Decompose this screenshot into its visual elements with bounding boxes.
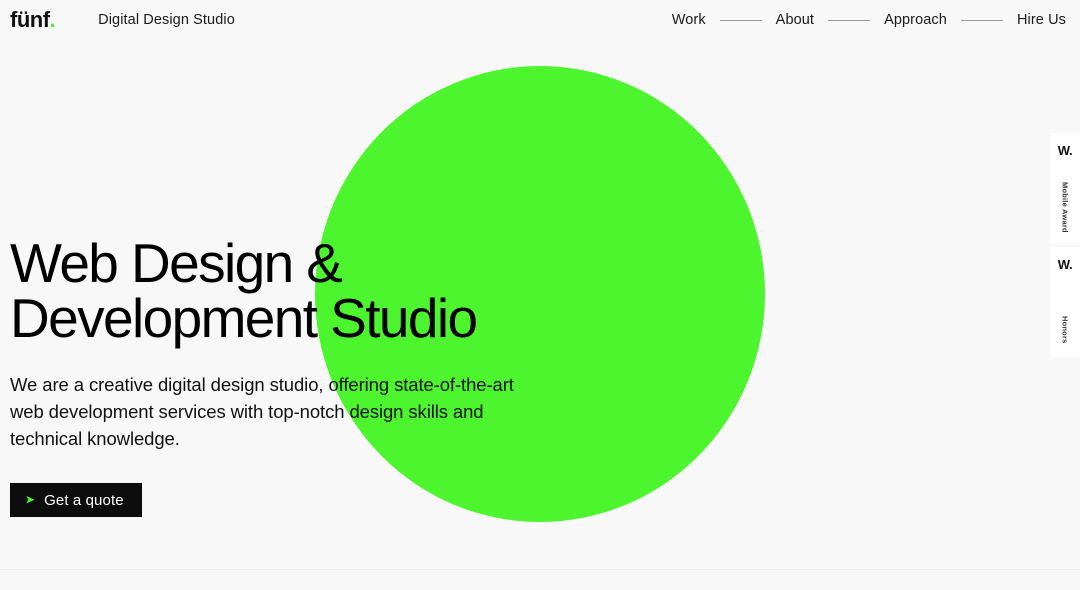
nav-link-approach[interactable]: Approach: [884, 12, 947, 28]
hero-heading-line-1: Web Design &: [10, 232, 343, 294]
award-badge-honors[interactable]: W. Honors: [1050, 247, 1080, 357]
brand-logo[interactable]: fünf.: [10, 7, 56, 32]
hero-section: Web Design & Development Studio We are a…: [10, 236, 570, 517]
hero-heading-line-2: Development Studio: [10, 287, 478, 349]
site-tagline: Digital Design Studio: [98, 12, 235, 28]
brand-logo-text: fünf: [10, 7, 50, 32]
brand-logo-dot: .: [49, 7, 56, 32]
award-badge-mark: W.: [1057, 143, 1073, 158]
nav-separator-icon: [960, 19, 1003, 21]
nav-separator-icon: [828, 19, 871, 21]
arrow-right-icon: ➤: [25, 492, 36, 507]
get-a-quote-label: Get a quote: [44, 491, 124, 509]
main-navigation: Work About Approach Hire Us: [672, 12, 1066, 28]
page-title: Web Design & Development Studio: [10, 236, 570, 346]
award-badge-mark: W.: [1057, 257, 1073, 272]
award-badge-label: Honors: [1060, 315, 1070, 343]
award-badge-label: Mobile Award: [1060, 182, 1070, 233]
nav-separator-icon: [719, 19, 762, 21]
nav-link-about[interactable]: About: [776, 12, 814, 28]
hero-description: We are a creative digital design studio,…: [10, 374, 514, 449]
landing-page: fünf. Digital Design Studio Work About A…: [0, 0, 1080, 590]
site-header: fünf. Digital Design Studio Work About A…: [0, 0, 1080, 40]
award-badges: W. Mobile Award W. Honors: [1050, 133, 1080, 357]
get-a-quote-button[interactable]: ➤ Get a quote: [10, 483, 142, 517]
nav-link-work[interactable]: Work: [672, 12, 706, 28]
award-badge-mobile-award[interactable]: W. Mobile Award: [1050, 133, 1080, 243]
nav-link-hire-us[interactable]: Hire Us: [1017, 12, 1066, 28]
bottom-divider: [0, 569, 1080, 570]
